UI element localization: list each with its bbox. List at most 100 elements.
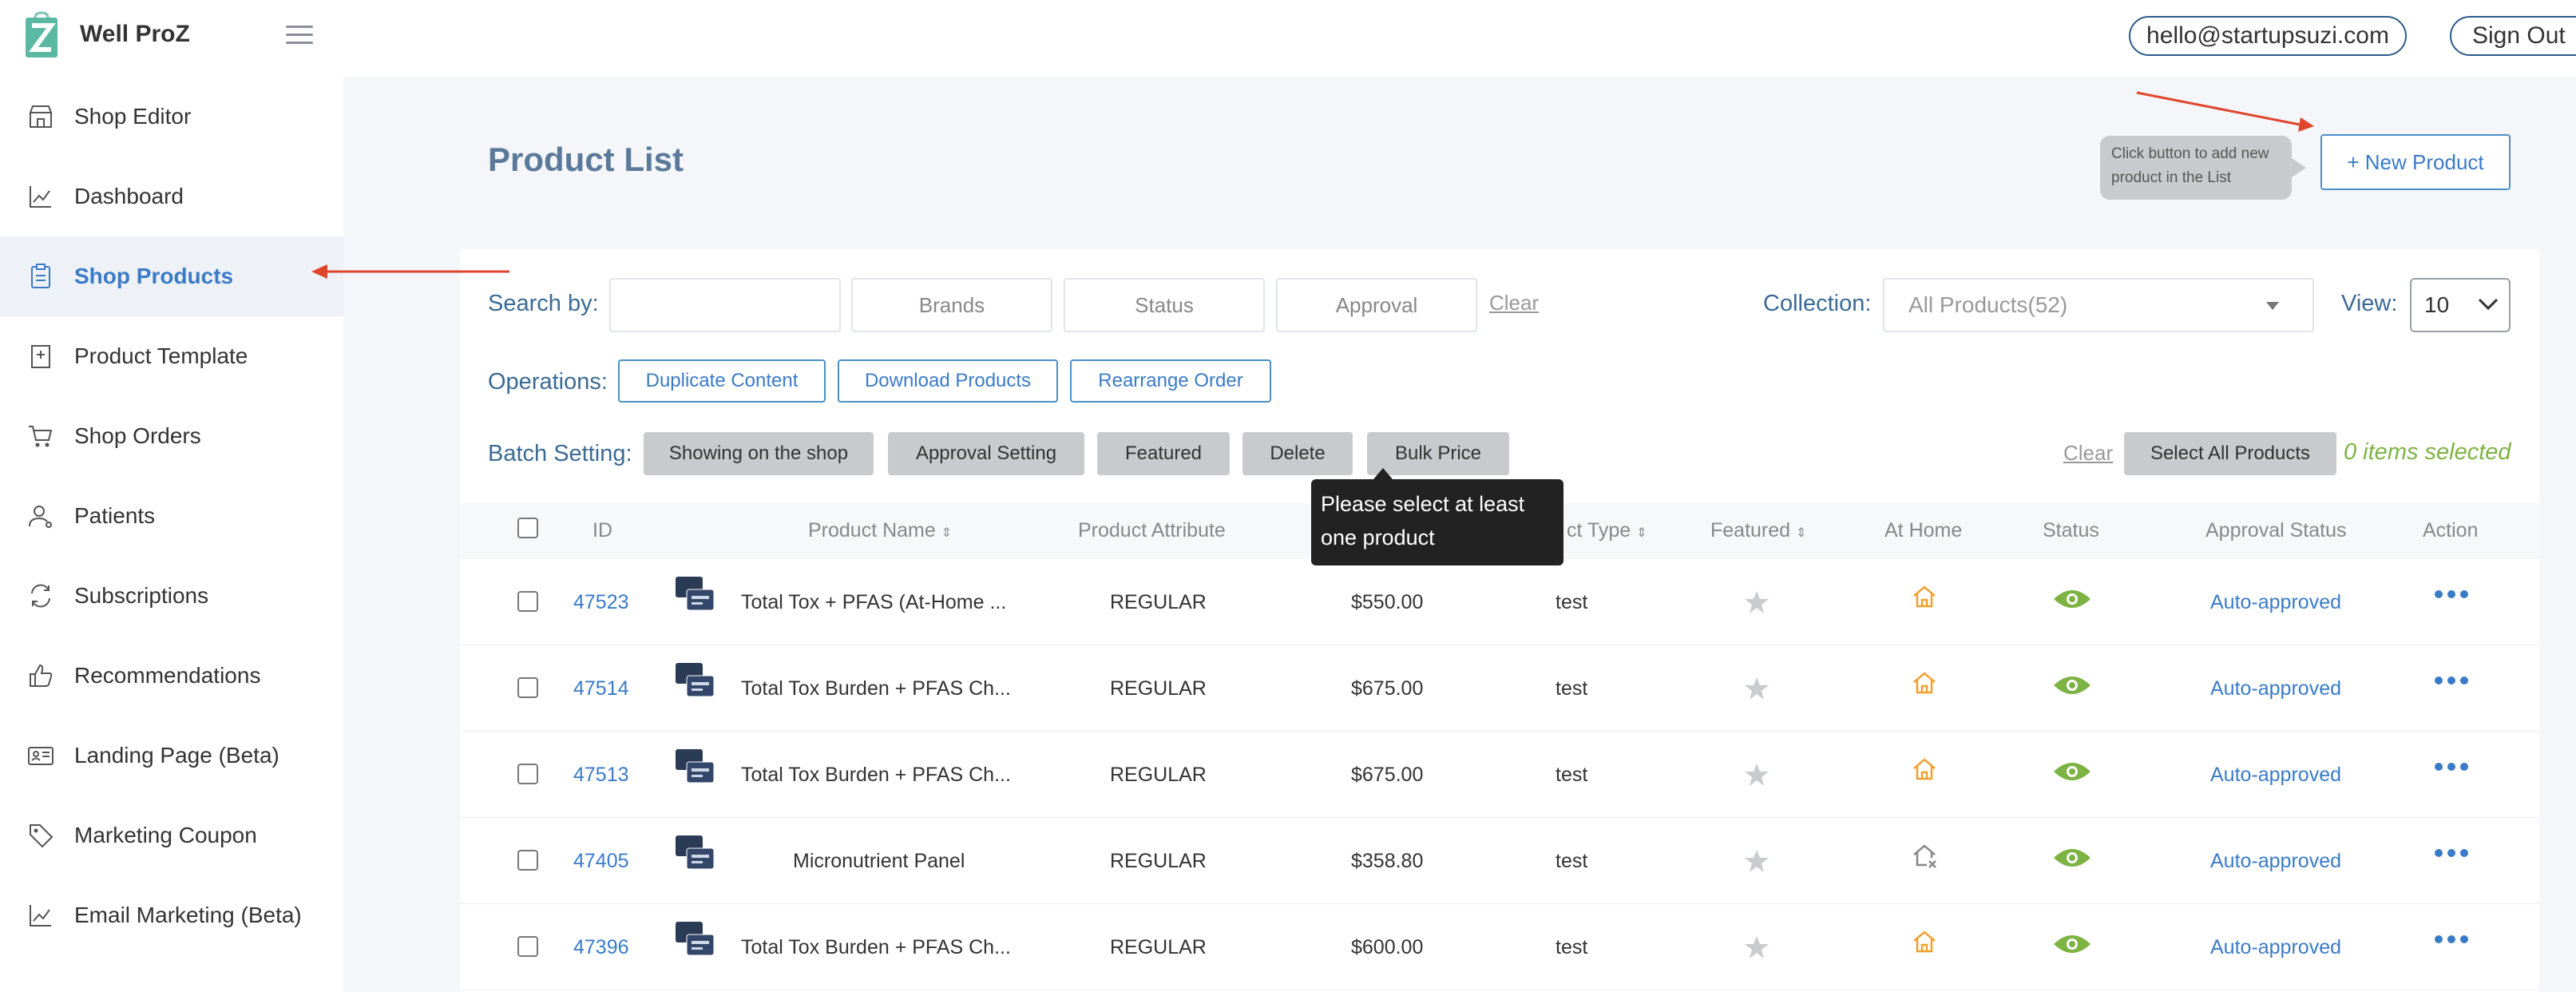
search-input[interactable] [609, 278, 841, 332]
sidebar-item-landing-page[interactable]: Landing Page (Beta) [0, 716, 343, 796]
clear-selection-link[interactable]: Clear [2063, 441, 2113, 466]
collection-select[interactable]: All Products(52) [1883, 278, 2314, 332]
row-checkbox[interactable] [517, 764, 538, 784]
featured-star-icon[interactable] [1744, 762, 1770, 788]
sidebar-item-shop-editor[interactable]: Shop Editor [0, 77, 343, 157]
home-icon[interactable] [1912, 930, 1937, 955]
sidebar-item-patients[interactable]: Patients [0, 476, 343, 556]
visibility-eye-icon[interactable] [2052, 931, 2092, 957]
sidebar: Shop Editor Dashboard Shop Products Prod… [0, 77, 343, 992]
featured-star-icon[interactable] [1744, 848, 1770, 874]
featured-star-icon[interactable] [1744, 589, 1770, 615]
select-all-checkbox[interactable] [517, 518, 538, 538]
visibility-eye-icon[interactable] [2052, 845, 2092, 871]
more-actions-icon[interactable] [2434, 848, 2469, 858]
brands-filter[interactable]: Brands [851, 278, 1052, 332]
approval-status[interactable]: Auto-approved [2210, 677, 2341, 700]
column-header-label: Featured [1710, 519, 1791, 542]
more-actions-icon[interactable] [2434, 676, 2469, 685]
featured-star-icon[interactable] [1744, 934, 1770, 960]
product-thumbnail [676, 835, 715, 870]
clear-filters-link[interactable]: Clear [1489, 291, 1539, 315]
product-name[interactable]: Total Tox Burden + PFAS Ch... [741, 677, 1011, 700]
account-email-button[interactable]: hello@startupsuzi.com [2129, 16, 2407, 56]
sign-out-button[interactable]: Sign Out [2450, 16, 2576, 56]
product-id-link[interactable]: 47523 [573, 591, 629, 614]
featured-button[interactable]: Featured [1097, 432, 1230, 475]
more-actions-icon[interactable] [2434, 762, 2469, 772]
column-header-product-type[interactable]: ct Type ⇕ [1567, 519, 1647, 542]
product-name[interactable]: Micronutrient Panel [793, 850, 965, 873]
column-header-product-attribute[interactable]: Product Attribute [1078, 519, 1226, 542]
product-type: test [1556, 850, 1588, 872]
id-card-icon [28, 747, 54, 765]
row-checkbox[interactable] [517, 936, 538, 957]
row-checkbox[interactable] [517, 677, 538, 698]
more-actions-icon[interactable] [2434, 934, 2469, 944]
visibility-eye-icon[interactable] [2052, 759, 2092, 784]
approval-setting-button[interactable]: Approval Setting [888, 432, 1084, 475]
approval-status[interactable]: Auto-approved [2210, 936, 2341, 959]
product-type: test [1556, 936, 1588, 958]
product-type: test [1556, 591, 1588, 613]
sidebar-item-shop-products[interactable]: Shop Products [0, 236, 343, 316]
product-id-link[interactable]: 47396 [573, 936, 629, 959]
product-name[interactable]: Total Tox Burden + PFAS Ch... [741, 764, 1011, 787]
new-product-button[interactable]: + New Product [2320, 134, 2511, 190]
logo-icon [26, 11, 57, 58]
sidebar-item-shop-orders[interactable]: Shop Orders [0, 396, 343, 476]
column-header-product-name[interactable]: Product Name ⇕ [808, 519, 952, 542]
view-label: View: [2341, 291, 2398, 316]
showing-on-shop-button[interactable]: Showing on the shop [644, 432, 874, 475]
collection-value: All Products(52) [1908, 292, 2068, 317]
row-checkbox[interactable] [517, 591, 538, 612]
product-id-link[interactable]: 47514 [573, 677, 629, 700]
sidebar-item-email-marketing[interactable]: Email Marketing (Beta) [0, 875, 343, 955]
product-id-link[interactable]: 47405 [573, 850, 629, 873]
product-attribute: REGULAR [1110, 591, 1207, 613]
duplicate-content-button[interactable]: Duplicate Content [618, 359, 826, 403]
view-value: 10 [2424, 292, 2450, 317]
sort-icon: ⇕ [941, 526, 953, 540]
product-price: $600.00 [1351, 936, 1424, 958]
approval-status[interactable]: Auto-approved [2210, 591, 2341, 614]
download-products-button[interactable]: Download Products [838, 359, 1058, 403]
column-header-approval-status: Approval Status [2205, 519, 2347, 542]
menu-toggle-icon[interactable] [286, 26, 313, 46]
visibility-eye-icon[interactable] [2052, 586, 2092, 612]
approval-filter[interactable]: Approval [1276, 278, 1477, 332]
home-icon[interactable] [1912, 585, 1937, 610]
status-filter[interactable]: Status [1064, 278, 1265, 332]
product-price: $358.80 [1351, 850, 1424, 872]
rearrange-order-button[interactable]: Rearrange Order [1070, 359, 1271, 403]
sidebar-item-dashboard[interactable]: Dashboard [0, 157, 343, 236]
sidebar-item-product-template[interactable]: Product Template [0, 316, 343, 396]
view-select[interactable]: 10 [2410, 278, 2511, 332]
row-checkbox[interactable] [517, 850, 538, 871]
sidebar-item-label: Shop Orders [74, 423, 201, 448]
tag-icon [30, 824, 54, 848]
approval-status[interactable]: Auto-approved [2210, 764, 2341, 787]
home-off-icon[interactable] [1912, 843, 1937, 869]
select-all-products-button[interactable]: Select All Products [2124, 432, 2336, 475]
home-icon[interactable] [1912, 757, 1937, 783]
column-header-featured[interactable]: Featured ⇕ [1710, 519, 1806, 542]
product-id-link[interactable]: 47513 [573, 764, 629, 787]
new-product-tip: Click button to add new product in the L… [2100, 136, 2306, 200]
more-actions-icon[interactable] [2434, 589, 2469, 599]
sidebar-item-recommendations[interactable]: Recommendations [0, 636, 343, 716]
collection-label: Collection: [1763, 291, 1872, 316]
product-type: test [1556, 677, 1588, 700]
featured-star-icon[interactable] [1744, 676, 1770, 701]
column-header-id[interactable]: ID [592, 519, 612, 542]
delete-button[interactable]: Delete [1242, 432, 1353, 475]
product-name[interactable]: Total Tox + PFAS (At-Home ... [741, 591, 1006, 614]
sidebar-item-subscriptions[interactable]: Subscriptions [0, 556, 343, 636]
sidebar-item-marketing-coupon[interactable]: Marketing Coupon [0, 796, 343, 875]
sidebar-item-label: Patients [74, 503, 156, 528]
approval-status[interactable]: Auto-approved [2210, 850, 2341, 873]
product-attribute: REGULAR [1110, 936, 1207, 958]
product-name[interactable]: Total Tox Burden + PFAS Ch... [741, 936, 1011, 959]
visibility-eye-icon[interactable] [2052, 673, 2092, 698]
home-icon[interactable] [1912, 671, 1937, 696]
